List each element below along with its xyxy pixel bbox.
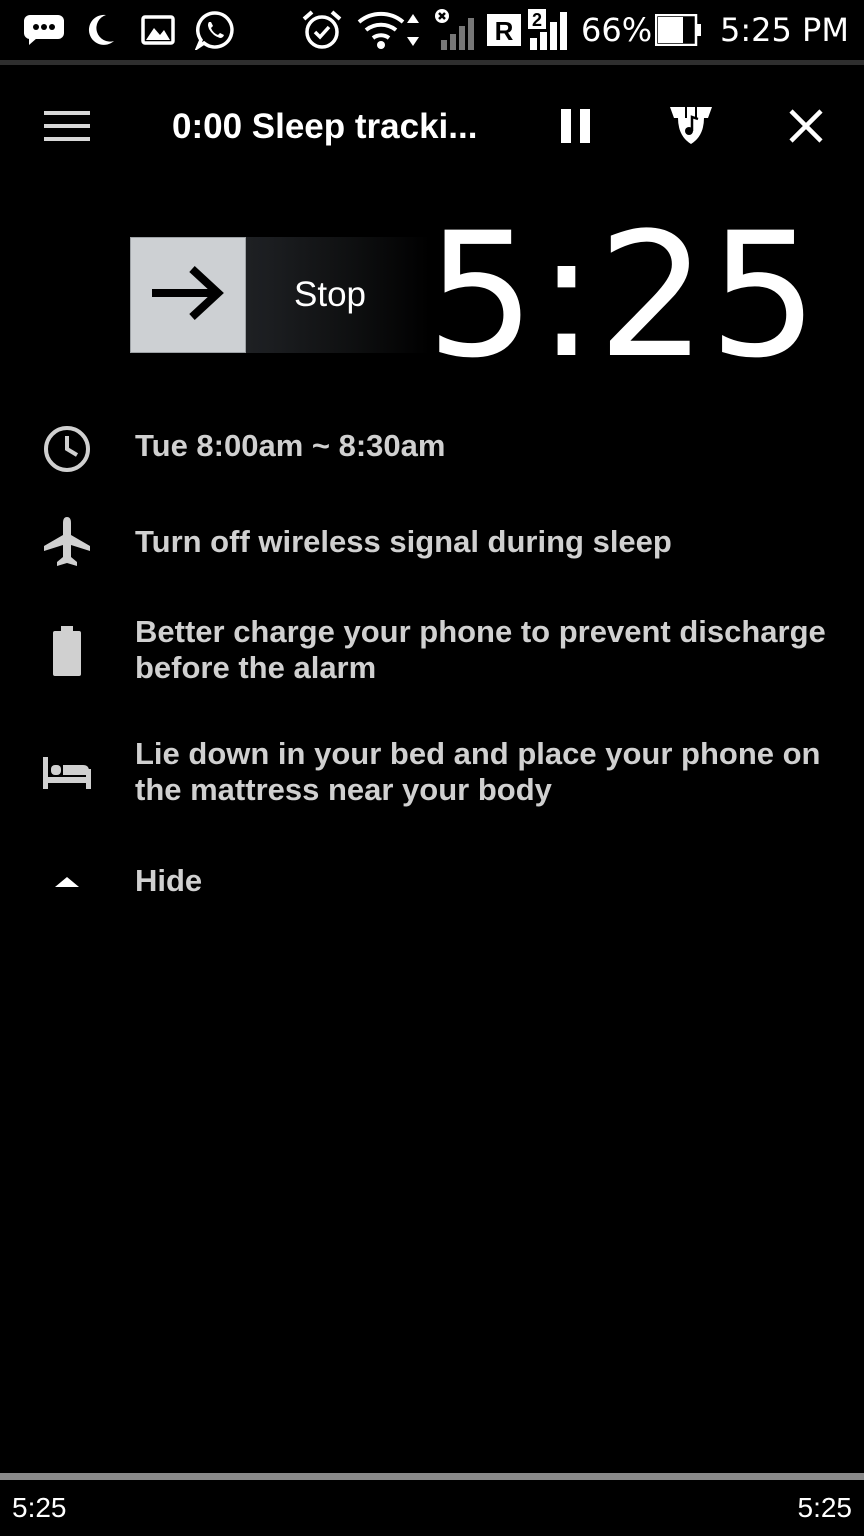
pause-button[interactable] — [544, 96, 608, 160]
close-icon — [788, 108, 824, 149]
big-clock: 5:25 — [426, 195, 821, 396]
close-button[interactable] — [774, 96, 838, 160]
pause-icon — [559, 108, 593, 149]
lullaby-icon — [668, 104, 714, 153]
airplane-icon — [36, 510, 98, 572]
clock-icon — [36, 418, 98, 480]
info-text-airplane: Turn off wireless signal during sleep — [135, 524, 672, 559]
toolbar: 0:00 Sleep tracki... — [0, 66, 864, 188]
alarm-icon — [300, 8, 344, 52]
arrow-right-icon — [148, 263, 228, 328]
info-item-schedule: Tue 8:00am ~ 8:30am — [0, 418, 864, 480]
menu-button[interactable] — [35, 96, 99, 160]
battery-info-icon — [36, 620, 98, 682]
status-bar: R 2 66% 5:25 PM — [0, 0, 864, 62]
stop-label: Stop — [294, 275, 366, 314]
toolbar-title: 0:00 Sleep tracki... — [172, 107, 478, 146]
sim-slot: 2 — [532, 10, 542, 30]
status-divider — [0, 60, 864, 65]
info-item-battery: Better charge your phone to prevent disc… — [0, 612, 864, 692]
bottom-bar: 5:25 5:25 — [0, 1480, 864, 1536]
bottom-time-left: 5:25 — [12, 1492, 67, 1523]
stop-slider-handle[interactable] — [130, 237, 246, 353]
status-time: 5:25 PM — [720, 11, 849, 49]
whatsapp-icon — [194, 8, 236, 52]
signal-sim2-icon: 2 — [526, 8, 574, 52]
bottom-time-right: 5:25 — [797, 1492, 853, 1523]
info-text-bed: Lie down in your bed and place your phon… — [135, 736, 821, 807]
info-text-battery: Better charge your phone to prevent disc… — [135, 614, 826, 685]
stop-slider[interactable]: Stop — [130, 237, 430, 353]
lullaby-button[interactable] — [659, 96, 723, 160]
hide-label: Hide — [135, 863, 203, 898]
battery-icon — [654, 8, 704, 52]
wifi-icon — [354, 8, 424, 52]
info-text-schedule: Tue 8:00am ~ 8:30am — [135, 428, 446, 463]
info-item-bed: Lie down in your bed and place your phon… — [0, 734, 864, 814]
moon-icon — [84, 8, 118, 52]
bottom-divider — [0, 1473, 864, 1480]
sim-label: R — [495, 16, 514, 46]
gallery-icon — [140, 8, 176, 52]
battery-percent: 66% — [581, 11, 653, 49]
triangle-up-icon — [36, 852, 98, 914]
bed-icon — [36, 742, 98, 804]
signal-icon — [432, 8, 480, 52]
chat-icon — [22, 8, 66, 52]
menu-icon — [43, 109, 91, 148]
hide-button[interactable]: Hide — [0, 852, 864, 912]
roaming-icon: R — [485, 8, 523, 52]
info-item-airplane: Turn off wireless signal during sleep — [0, 510, 864, 572]
